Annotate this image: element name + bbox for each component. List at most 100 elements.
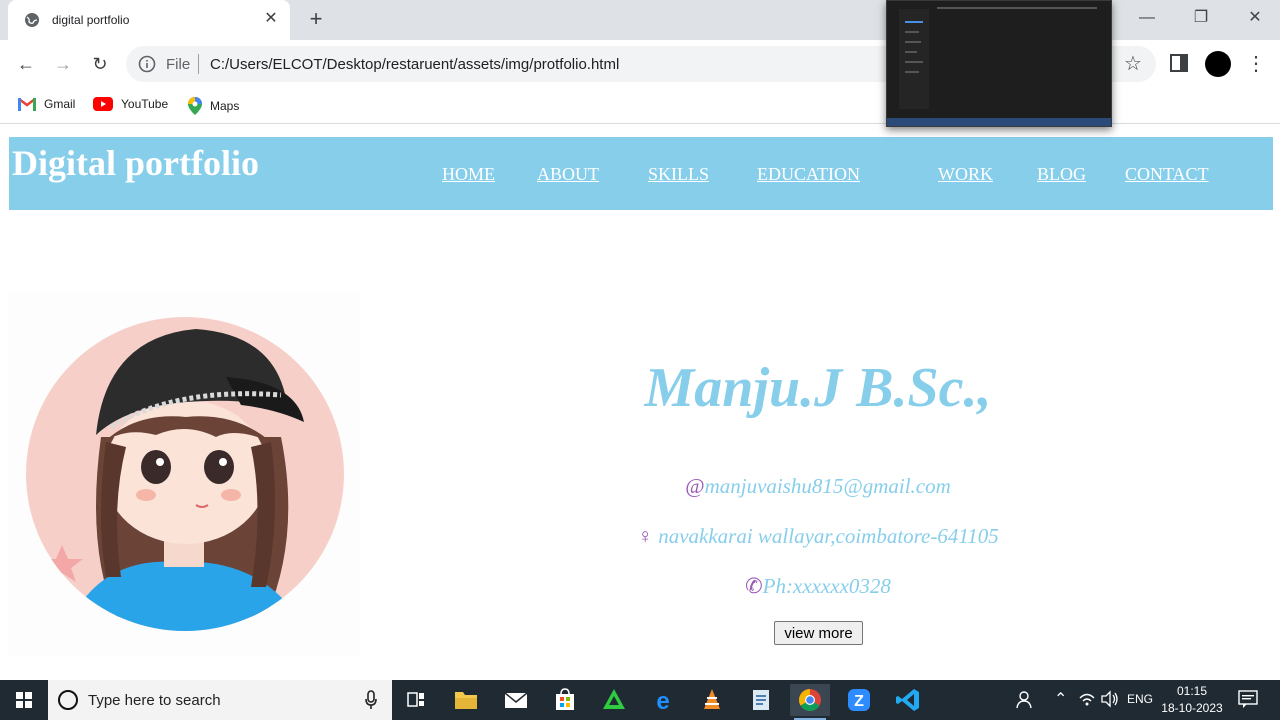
mail-icon xyxy=(504,692,528,708)
clock-date: 18-10-2023 xyxy=(1161,701,1223,715)
bookmark-label: Maps xyxy=(210,99,240,113)
profile-avatar[interactable] xyxy=(1205,51,1231,77)
forward-button[interactable]: → xyxy=(51,52,75,76)
taskbar-search[interactable]: Type here to search xyxy=(48,680,392,720)
people-icon[interactable] xyxy=(1016,690,1034,713)
profile-name: Manju.J B.Sc., xyxy=(644,357,992,419)
edge-app[interactable]: e xyxy=(643,684,683,716)
svg-text:e: e xyxy=(656,688,669,715)
site-header: Digital portfolio HOME ABOUT SKILLS EDUC… xyxy=(9,137,1273,210)
zoom-app[interactable]: Z xyxy=(839,684,879,716)
phone-text: Ph:xxxxxx0328 xyxy=(762,574,891,598)
location-icon: ♀ xyxy=(637,524,653,548)
restore-button[interactable]: ❐ xyxy=(1186,6,1216,30)
edge-icon: e xyxy=(656,688,669,715)
show-hidden-icons[interactable]: ⌃ xyxy=(1054,689,1067,709)
thumbnail-line xyxy=(905,61,923,63)
nav-link-skills[interactable]: SKILLS xyxy=(648,164,709,185)
clock-time: 01:15 xyxy=(1176,684,1208,698)
file-explorer-app[interactable] xyxy=(446,684,486,716)
store-icon xyxy=(556,688,574,710)
nav-link-blog[interactable]: BLOG xyxy=(1037,164,1086,185)
nav-link-home[interactable]: HOME xyxy=(442,164,495,185)
contact-phone: ✆Ph:xxxxxx0328 xyxy=(560,574,1076,599)
vscode-icon xyxy=(896,689,919,711)
window-thumbnail-preview[interactable] xyxy=(886,0,1112,127)
search-placeholder: Type here to search xyxy=(88,692,221,709)
thumbnail-line xyxy=(905,31,919,33)
tab-title: digital portfolio xyxy=(52,13,130,27)
notification-icon[interactable] xyxy=(1238,690,1258,708)
at-icon: @ xyxy=(685,474,705,498)
bookmark-gmail[interactable]: Gmail xyxy=(18,97,75,111)
start-button[interactable] xyxy=(0,680,48,720)
reload-button[interactable]: ↻ xyxy=(88,52,112,76)
bookmark-youtube[interactable]: YouTube xyxy=(93,97,168,111)
thumbnail-taskbar xyxy=(887,118,1111,126)
new-tab-button[interactable]: + xyxy=(304,8,328,32)
bookmark-label: Gmail xyxy=(44,97,76,111)
windows-logo-icon xyxy=(16,692,32,708)
nav-link-contact[interactable]: CONTACT xyxy=(1125,164,1209,185)
store-app[interactable] xyxy=(545,684,585,716)
microphone-icon[interactable] xyxy=(364,690,378,710)
location-text: navakkarai wallayar,coimbatore-641105 xyxy=(652,524,999,548)
profile-image-container xyxy=(8,293,360,655)
profile-illustration xyxy=(26,317,344,631)
thumbnail-line xyxy=(905,71,919,73)
chrome-app[interactable] xyxy=(790,684,830,720)
email-text: manjuvaishu815@gmail.com xyxy=(704,474,951,498)
task-view-button[interactable] xyxy=(396,684,436,716)
folder-icon xyxy=(455,692,477,709)
url-divider xyxy=(198,54,199,74)
volume-icon[interactable] xyxy=(1100,690,1120,711)
url-text[interactable]: C:/Users/ELCOT/Desktop/restaruent/assets… xyxy=(210,56,619,73)
vscode-app[interactable] xyxy=(888,684,928,716)
side-panel-icon[interactable] xyxy=(1170,54,1188,72)
minimize-button[interactable]: — xyxy=(1132,6,1162,30)
bookmark-maps[interactable]: Maps xyxy=(188,97,239,115)
thumbnail-sidebar xyxy=(899,9,929,109)
chrome-icon xyxy=(799,689,821,711)
tab-close-icon[interactable]: ✕ xyxy=(262,10,280,28)
vlc-icon xyxy=(704,689,720,709)
menu-icon[interactable]: ⋮ xyxy=(1244,52,1268,76)
contact-location: ♀ navakkarai wallayar,coimbatore-641105 xyxy=(560,524,1076,549)
phone-icon: ✆ xyxy=(745,574,763,598)
language-indicator[interactable]: ENG xyxy=(1127,692,1153,706)
globe-icon xyxy=(25,13,39,27)
thumbnail-line xyxy=(905,21,923,23)
document-icon xyxy=(753,690,769,710)
thumbnail-line xyxy=(937,7,1097,9)
nav-link-work[interactable]: WORK xyxy=(938,164,993,185)
info-icon[interactable] xyxy=(138,55,156,73)
nav-link-about[interactable]: ABOUT xyxy=(537,164,599,185)
view-more-button[interactable]: view more xyxy=(774,621,863,645)
task-view-icon xyxy=(407,692,424,707)
site-brand: Digital portfolio xyxy=(12,143,259,183)
bookmark-label: YouTube xyxy=(121,97,169,111)
youtube-icon xyxy=(93,97,113,111)
thumbnail-line xyxy=(905,41,921,43)
thumbnail-line xyxy=(905,51,917,53)
back-button[interactable]: ← xyxy=(14,52,38,76)
nav-link-education[interactable]: EDUCATION xyxy=(757,164,860,185)
maps-icon xyxy=(188,97,202,115)
windows-taskbar: Type here to search e Z ⌃ ENG 01:15 18-1… xyxy=(0,680,1280,720)
triangle-app-icon xyxy=(603,689,625,709)
clock[interactable]: 01:15 18-10-2023 xyxy=(1160,683,1224,717)
notepad-app[interactable] xyxy=(741,684,781,716)
bookmark-star-icon[interactable]: ☆ xyxy=(1120,52,1146,78)
mail-app[interactable] xyxy=(496,684,536,716)
zoom-icon: Z xyxy=(848,689,870,711)
url-scheme: File xyxy=(166,56,191,73)
svg-text:Z: Z xyxy=(854,693,864,710)
google-drive-app[interactable] xyxy=(594,684,634,716)
wifi-icon[interactable] xyxy=(1078,690,1096,711)
vlc-app[interactable] xyxy=(692,684,732,716)
window-close-button[interactable]: ✕ xyxy=(1240,6,1270,30)
cortana-icon xyxy=(58,690,78,710)
contact-email: @manjuvaishu815@gmail.com xyxy=(560,474,1076,499)
gmail-icon xyxy=(18,98,36,111)
browser-tab[interactable]: digital portfolio ✕ xyxy=(8,0,290,40)
